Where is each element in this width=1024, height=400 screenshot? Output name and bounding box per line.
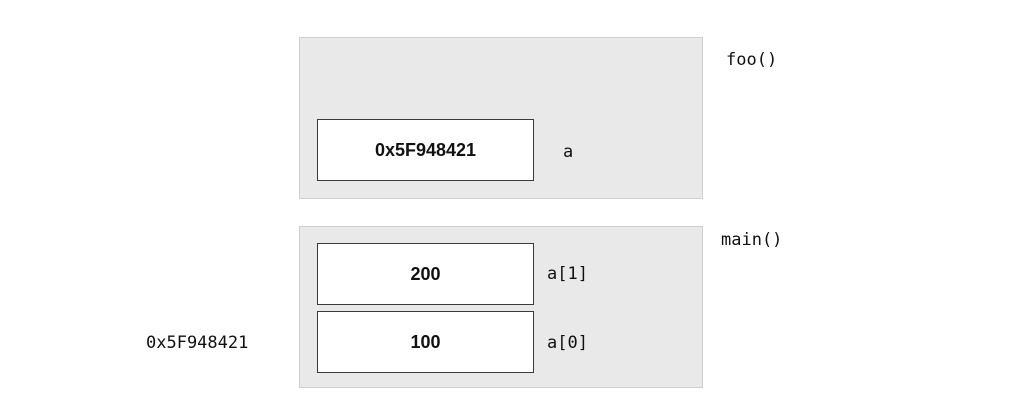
foo-cell-a-label: a [563,142,574,162]
main-cell-a1-label: a[1] [547,264,588,284]
main-cell-a0-label: a[0] [547,333,588,353]
foo-frame-title: foo() [726,50,778,70]
main-frame-title: main() [721,230,783,250]
memory-address-label: 0x5F948421 [146,333,249,353]
foo-cell-a-value: 0x5F948421 [317,119,534,181]
main-cell-a0-value: 100 [317,311,534,373]
main-cell-a1-value: 200 [317,243,534,305]
